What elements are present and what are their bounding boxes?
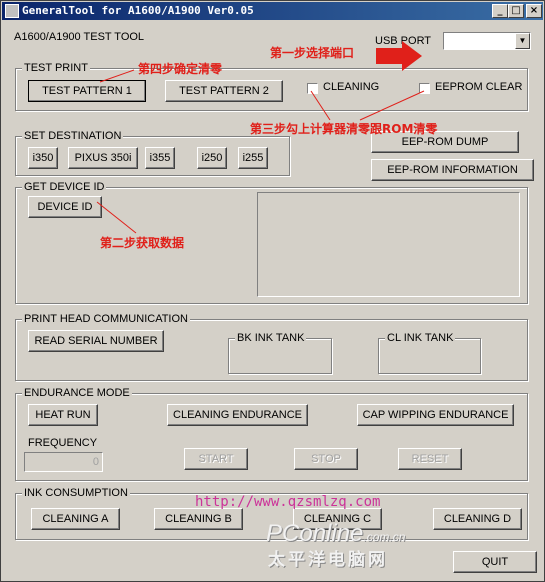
step3-pointer-line-eeprom: [359, 90, 425, 121]
step3-annotation: 第三步勾上计算器清零跟ROM清零: [250, 122, 438, 136]
watermark-site: PConline.com.cn: [266, 520, 406, 547]
watermark-url: http://www.qzsmlzq.com: [195, 494, 381, 510]
step4-annotation: 第四步确定清零: [138, 62, 223, 76]
step2-annotation: 第二步获取数据: [100, 236, 185, 250]
arrow-right-icon: [376, 41, 422, 71]
step2-pointer-line: [96, 201, 137, 234]
step1-annotation: 第一步选择端口: [270, 46, 355, 60]
step4-pointer-line: [99, 69, 135, 83]
watermark-site-cn: 太平洋电脑网: [268, 550, 388, 570]
step3-pointer-line-cleaning: [310, 90, 331, 121]
